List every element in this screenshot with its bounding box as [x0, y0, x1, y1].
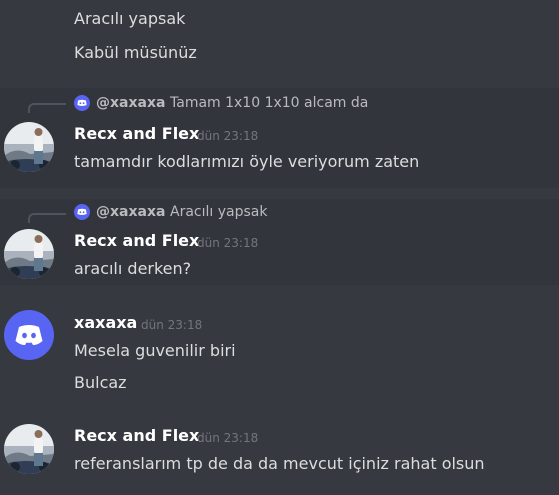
message-text: Kabül müsünüz — [74, 43, 197, 62]
chat-messages: Aracılı yapsak Kabül müsünüz @xaxaxa Tam… — [0, 0, 559, 495]
reply-author[interactable]: @xaxaxa — [96, 94, 165, 112]
author-name[interactable]: Recx and Flex — [74, 124, 199, 144]
message-text: tamamdır kodlarımızı öyle veriyorum zate… — [74, 152, 420, 171]
message-text: referanslarım tp de da da mevcut içiniz … — [74, 454, 485, 473]
author-name[interactable]: xaxaxa — [74, 313, 137, 333]
reply-connector — [28, 103, 66, 113]
message-text: aracılı derken? — [74, 259, 192, 278]
author-name[interactable]: Recx and Flex — [74, 231, 199, 251]
message-text: Mesela guvenilir biri — [74, 341, 236, 360]
message-timestamp: dün 23:18 — [197, 431, 259, 445]
message-text: Bulcaz — [74, 373, 127, 392]
discord-logo-icon — [74, 95, 90, 111]
author-name[interactable]: Recx and Flex — [74, 426, 199, 446]
avatar[interactable] — [4, 122, 54, 172]
discord-logo-icon — [15, 325, 43, 346]
message-timestamp: dün 23:18 — [141, 318, 203, 332]
message-timestamp: dün 23:18 — [197, 236, 259, 250]
discord-logo-icon — [74, 204, 90, 220]
message-text: Aracılı yapsak — [74, 9, 186, 28]
reply-author[interactable]: @xaxaxa — [96, 203, 165, 221]
reply-preview[interactable]: Tamam 1x10 1x10 alcam da — [170, 94, 368, 112]
message-timestamp: dün 23:18 — [197, 129, 259, 143]
reply-preview[interactable]: Aracılı yapsak — [170, 203, 267, 221]
avatar[interactable] — [4, 424, 54, 474]
avatar[interactable] — [4, 310, 54, 360]
avatar[interactable] — [4, 229, 54, 279]
reply-connector — [28, 213, 66, 223]
